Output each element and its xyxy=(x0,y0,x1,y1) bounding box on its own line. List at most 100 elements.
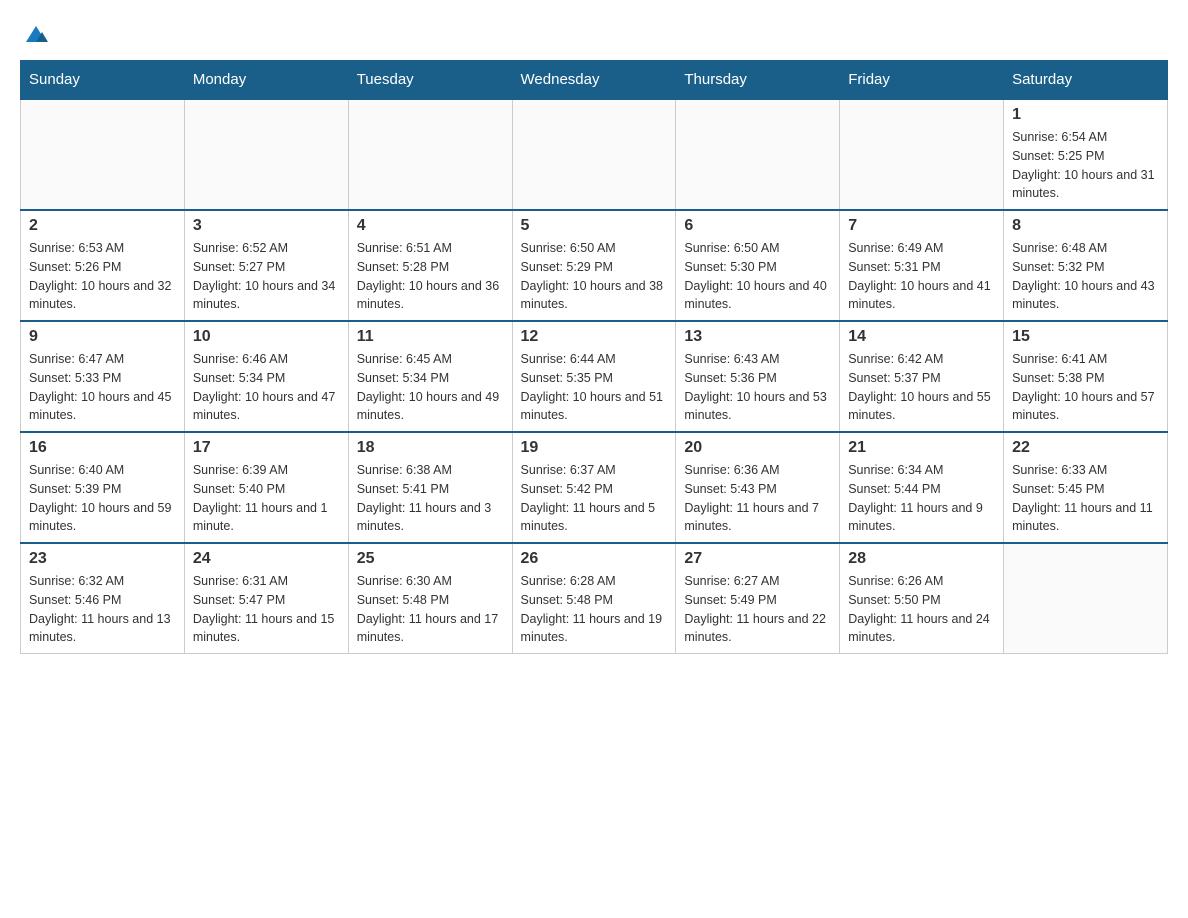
week-row-2: 2 Sunrise: 6:53 AMSunset: 5:26 PMDaylight… xyxy=(21,210,1168,321)
day-info: Sunrise: 6:54 AMSunset: 5:25 PMDaylight:… xyxy=(1012,128,1159,203)
day-info: Sunrise: 6:36 AMSunset: 5:43 PMDaylight:… xyxy=(684,461,831,536)
day-number: 6 xyxy=(684,217,831,235)
weekday-header-tuesday: Tuesday xyxy=(348,61,512,100)
day-info: Sunrise: 6:31 AMSunset: 5:47 PMDaylight:… xyxy=(193,572,340,647)
weekday-header-thursday: Thursday xyxy=(676,61,840,100)
calendar-cell: 3 Sunrise: 6:52 AMSunset: 5:27 PMDaylight… xyxy=(184,210,348,321)
calendar-cell: 5 Sunrise: 6:50 AMSunset: 5:29 PMDaylight… xyxy=(512,210,676,321)
day-info: Sunrise: 6:50 AMSunset: 5:30 PMDaylight:… xyxy=(684,239,831,314)
day-number: 14 xyxy=(848,328,995,346)
day-number: 4 xyxy=(357,217,504,235)
day-info: Sunrise: 6:26 AMSunset: 5:50 PMDaylight:… xyxy=(848,572,995,647)
day-number: 22 xyxy=(1012,439,1159,457)
calendar-cell: 27Sunrise: 6:27 AMSunset: 5:49 PMDayligh… xyxy=(676,543,840,654)
day-number: 24 xyxy=(193,550,340,568)
calendar-cell: 12 Sunrise: 6:44 AMSunset: 5:35 PMDayligh… xyxy=(512,321,676,432)
calendar-cell: 15Sunrise: 6:41 AMSunset: 5:38 PMDayligh… xyxy=(1004,321,1168,432)
day-number: 7 xyxy=(848,217,995,235)
day-number: 1 xyxy=(1012,106,1159,124)
week-row-3: 9 Sunrise: 6:47 AMSunset: 5:33 PMDaylight… xyxy=(21,321,1168,432)
calendar-cell: 21 Sunrise: 6:34 AMSunset: 5:44 PMDayligh… xyxy=(840,432,1004,543)
week-row-4: 16 Sunrise: 6:40 AMSunset: 5:39 PMDayligh… xyxy=(21,432,1168,543)
calendar-cell xyxy=(348,99,512,210)
day-info: Sunrise: 6:28 AMSunset: 5:48 PMDaylight:… xyxy=(521,572,668,647)
calendar-table: SundayMondayTuesdayWednesdayThursdayFrid… xyxy=(20,60,1168,654)
day-number: 19 xyxy=(521,439,668,457)
day-info: Sunrise: 6:42 AMSunset: 5:37 PMDaylight:… xyxy=(848,350,995,425)
day-number: 5 xyxy=(521,217,668,235)
day-number: 10 xyxy=(193,328,340,346)
calendar-cell: 26 Sunrise: 6:28 AMSunset: 5:48 PMDayligh… xyxy=(512,543,676,654)
calendar-cell: 18 Sunrise: 6:38 AMSunset: 5:41 PMDayligh… xyxy=(348,432,512,543)
day-number: 3 xyxy=(193,217,340,235)
weekday-header-friday: Friday xyxy=(840,61,1004,100)
calendar-cell: 20Sunrise: 6:36 AMSunset: 5:43 PMDayligh… xyxy=(676,432,840,543)
day-number: 25 xyxy=(357,550,504,568)
day-info: Sunrise: 6:37 AMSunset: 5:42 PMDaylight:… xyxy=(521,461,668,536)
day-number: 8 xyxy=(1012,217,1159,235)
calendar-cell: 11 Sunrise: 6:45 AMSunset: 5:34 PMDayligh… xyxy=(348,321,512,432)
day-info: Sunrise: 6:46 AMSunset: 5:34 PMDaylight:… xyxy=(193,350,340,425)
day-number: 17 xyxy=(193,439,340,457)
calendar-cell: 14 Sunrise: 6:42 AMSunset: 5:37 PMDayligh… xyxy=(840,321,1004,432)
calendar-cell xyxy=(676,99,840,210)
calendar-cell: 10 Sunrise: 6:46 AMSunset: 5:34 PMDayligh… xyxy=(184,321,348,432)
calendar-cell: 4 Sunrise: 6:51 AMSunset: 5:28 PMDaylight… xyxy=(348,210,512,321)
calendar-cell: 1 Sunrise: 6:54 AMSunset: 5:25 PMDaylight… xyxy=(1004,99,1168,210)
day-number: 23 xyxy=(29,550,176,568)
calendar-cell: 17 Sunrise: 6:39 AMSunset: 5:40 PMDayligh… xyxy=(184,432,348,543)
day-info: Sunrise: 6:34 AMSunset: 5:44 PMDaylight:… xyxy=(848,461,995,536)
day-number: 18 xyxy=(357,439,504,457)
day-info: Sunrise: 6:33 AMSunset: 5:45 PMDaylight:… xyxy=(1012,461,1159,536)
day-info: Sunrise: 6:38 AMSunset: 5:41 PMDaylight:… xyxy=(357,461,504,536)
day-number: 16 xyxy=(29,439,176,457)
calendar-cell: 28 Sunrise: 6:26 AMSunset: 5:50 PMDayligh… xyxy=(840,543,1004,654)
calendar-cell xyxy=(21,99,185,210)
day-number: 28 xyxy=(848,550,995,568)
calendar-cell: 23 Sunrise: 6:32 AMSunset: 5:46 PMDayligh… xyxy=(21,543,185,654)
logo xyxy=(20,20,50,50)
calendar-cell: 13 Sunrise: 6:43 AMSunset: 5:36 PMDayligh… xyxy=(676,321,840,432)
day-number: 21 xyxy=(848,439,995,457)
day-info: Sunrise: 6:45 AMSunset: 5:34 PMDaylight:… xyxy=(357,350,504,425)
calendar-cell: 2 Sunrise: 6:53 AMSunset: 5:26 PMDaylight… xyxy=(21,210,185,321)
day-info: Sunrise: 6:51 AMSunset: 5:28 PMDaylight:… xyxy=(357,239,504,314)
calendar-cell: 22 Sunrise: 6:33 AMSunset: 5:45 PMDayligh… xyxy=(1004,432,1168,543)
day-info: Sunrise: 6:50 AMSunset: 5:29 PMDaylight:… xyxy=(521,239,668,314)
day-info: Sunrise: 6:48 AMSunset: 5:32 PMDaylight:… xyxy=(1012,239,1159,314)
calendar-cell: 7 Sunrise: 6:49 AMSunset: 5:31 PMDaylight… xyxy=(840,210,1004,321)
day-info: Sunrise: 6:52 AMSunset: 5:27 PMDaylight:… xyxy=(193,239,340,314)
day-info: Sunrise: 6:40 AMSunset: 5:39 PMDaylight:… xyxy=(29,461,176,536)
day-number: 26 xyxy=(521,550,668,568)
logo-icon xyxy=(22,20,50,48)
calendar-cell xyxy=(1004,543,1168,654)
page-header xyxy=(20,20,1168,50)
day-number: 9 xyxy=(29,328,176,346)
weekday-header-saturday: Saturday xyxy=(1004,61,1168,100)
day-info: Sunrise: 6:39 AMSunset: 5:40 PMDaylight:… xyxy=(193,461,340,536)
day-number: 13 xyxy=(684,328,831,346)
day-info: Sunrise: 6:53 AMSunset: 5:26 PMDaylight:… xyxy=(29,239,176,314)
day-info: Sunrise: 6:44 AMSunset: 5:35 PMDaylight:… xyxy=(521,350,668,425)
calendar-cell: 24 Sunrise: 6:31 AMSunset: 5:47 PMDayligh… xyxy=(184,543,348,654)
weekday-header-wednesday: Wednesday xyxy=(512,61,676,100)
calendar-cell: 9 Sunrise: 6:47 AMSunset: 5:33 PMDaylight… xyxy=(21,321,185,432)
day-number: 27 xyxy=(684,550,831,568)
day-number: 2 xyxy=(29,217,176,235)
calendar-cell: 8 Sunrise: 6:48 AMSunset: 5:32 PMDaylight… xyxy=(1004,210,1168,321)
day-info: Sunrise: 6:32 AMSunset: 5:46 PMDaylight:… xyxy=(29,572,176,647)
calendar-cell xyxy=(184,99,348,210)
calendar-cell: 16 Sunrise: 6:40 AMSunset: 5:39 PMDayligh… xyxy=(21,432,185,543)
week-row-5: 23 Sunrise: 6:32 AMSunset: 5:46 PMDayligh… xyxy=(21,543,1168,654)
day-info: Sunrise: 6:47 AMSunset: 5:33 PMDaylight:… xyxy=(29,350,176,425)
calendar-cell xyxy=(512,99,676,210)
weekday-header-sunday: Sunday xyxy=(21,61,185,100)
calendar-cell: 19 Sunrise: 6:37 AMSunset: 5:42 PMDayligh… xyxy=(512,432,676,543)
day-info: Sunrise: 6:41 AMSunset: 5:38 PMDaylight:… xyxy=(1012,350,1159,425)
day-info: Sunrise: 6:49 AMSunset: 5:31 PMDaylight:… xyxy=(848,239,995,314)
calendar-cell: 6 Sunrise: 6:50 AMSunset: 5:30 PMDaylight… xyxy=(676,210,840,321)
day-number: 12 xyxy=(521,328,668,346)
day-info: Sunrise: 6:30 AMSunset: 5:48 PMDaylight:… xyxy=(357,572,504,647)
day-info: Sunrise: 6:43 AMSunset: 5:36 PMDaylight:… xyxy=(684,350,831,425)
day-number: 11 xyxy=(357,328,504,346)
